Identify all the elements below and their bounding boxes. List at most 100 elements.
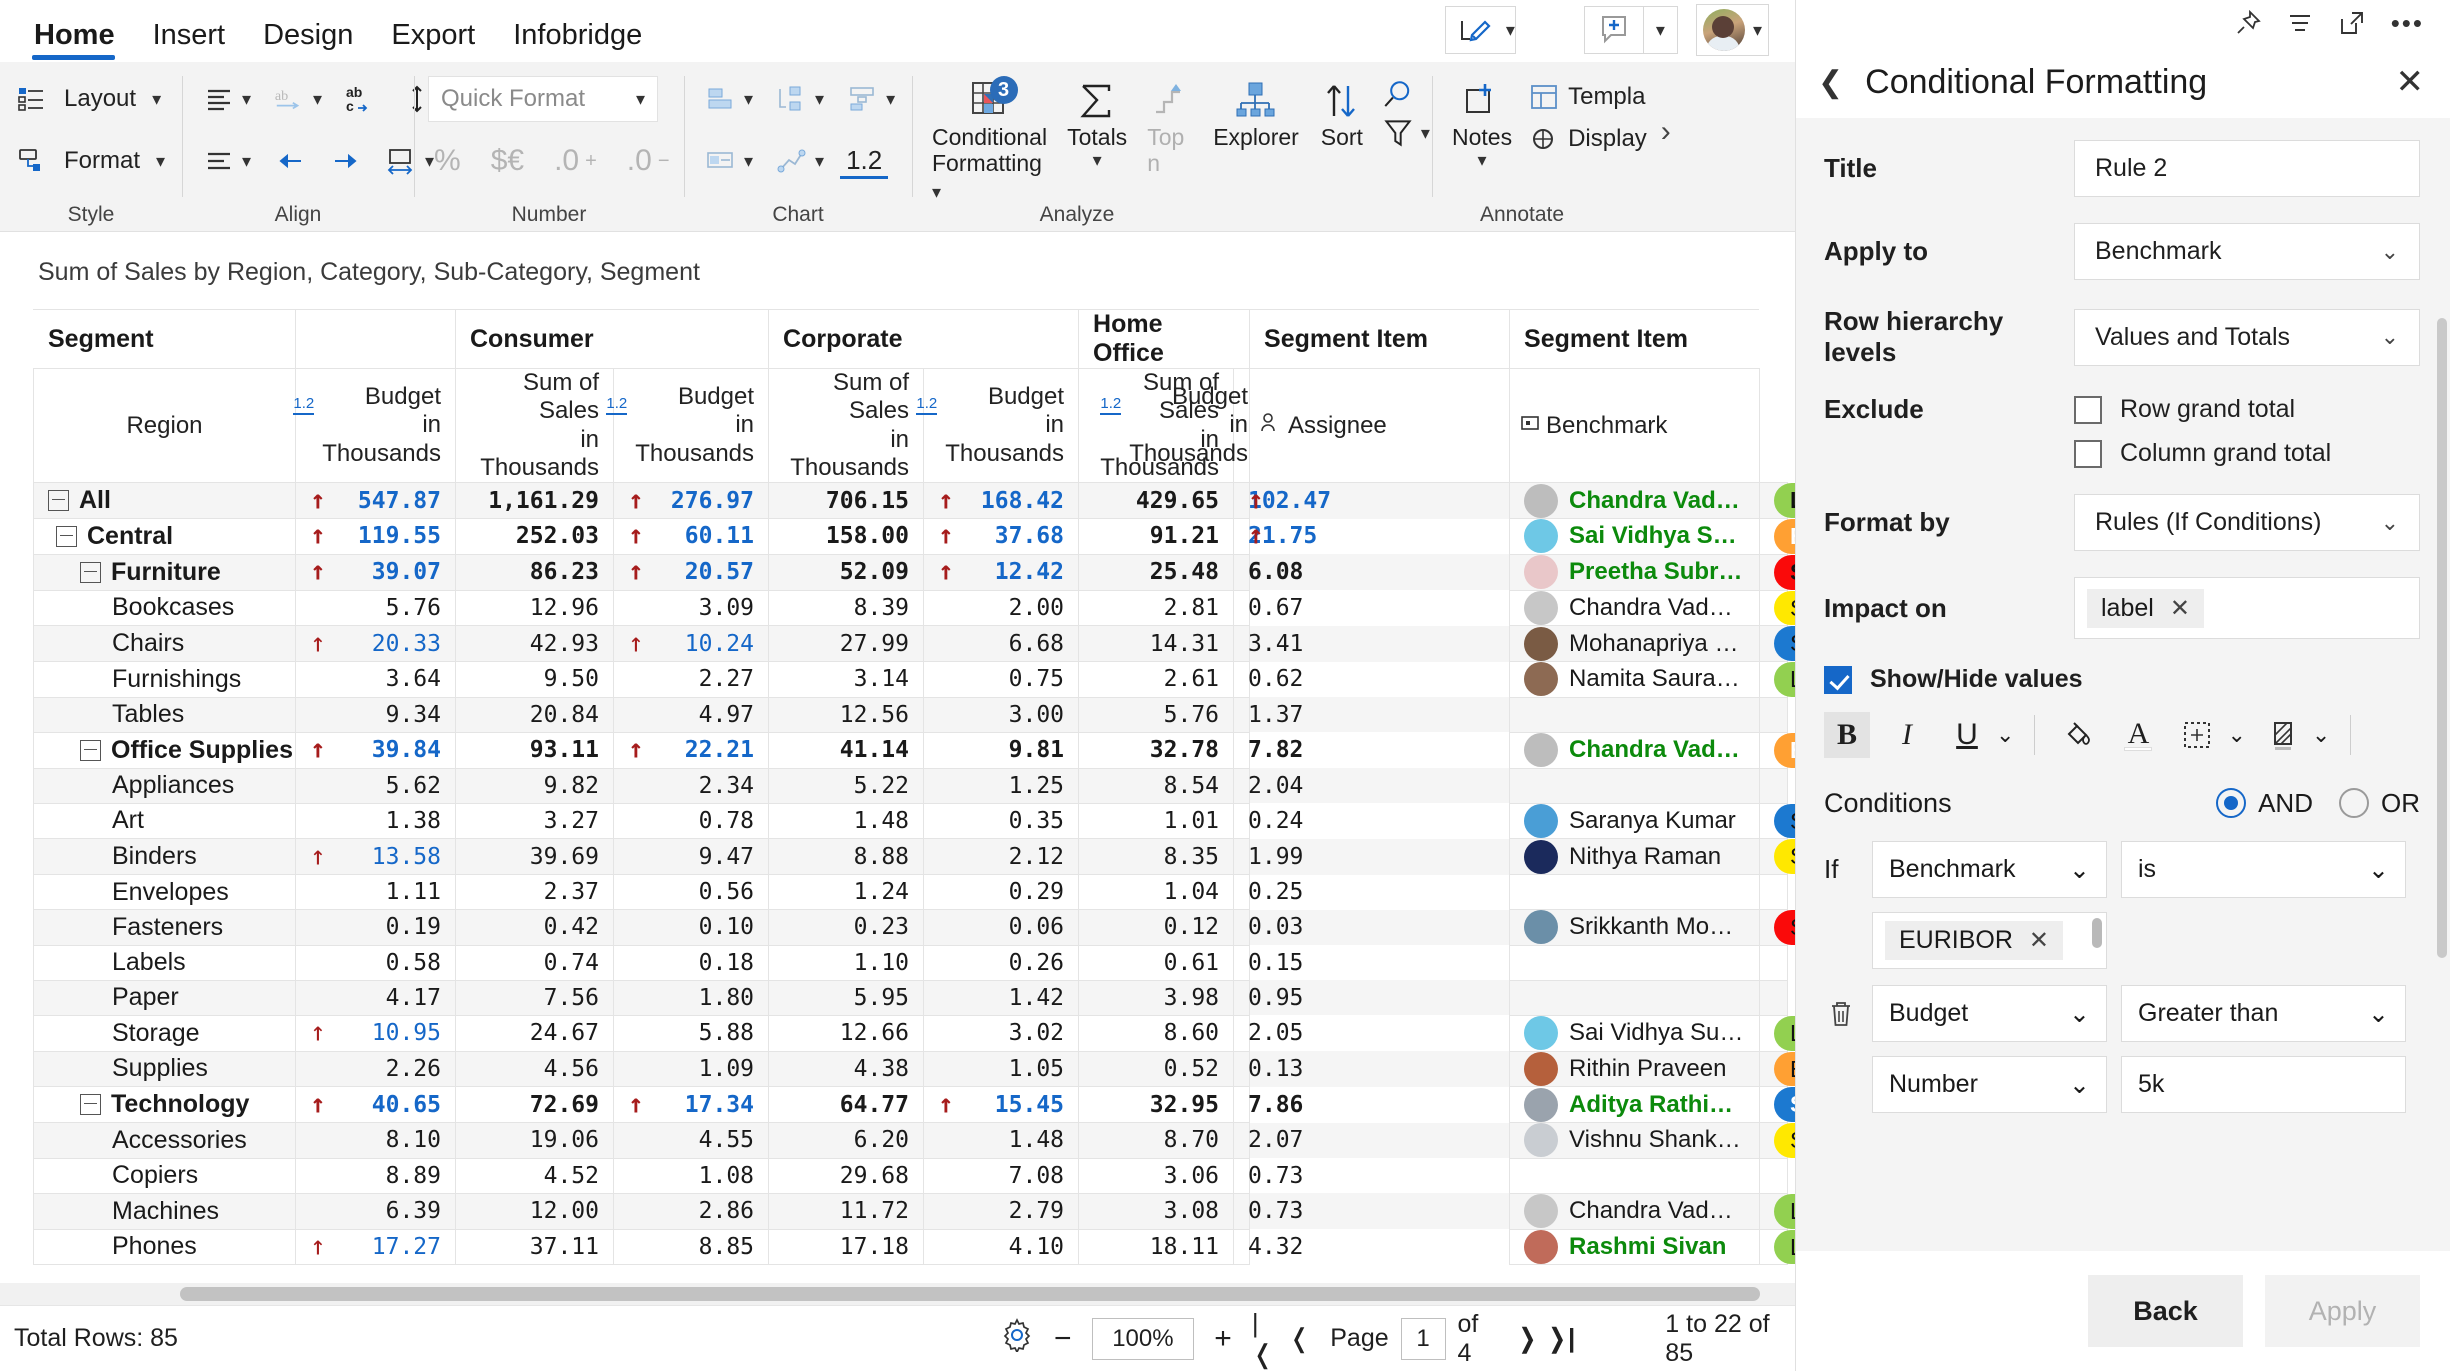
row-label-cell[interactable]: Furniture — [33, 553, 296, 591]
row-hierarchy-select[interactable]: Values and Totals ⌄ — [2074, 308, 2420, 366]
pin-icon[interactable] — [2235, 10, 2261, 36]
row-label-cell[interactable]: Technology — [33, 1086, 296, 1123]
table-row[interactable]: Supplies 2.26 4.56 1.09 4.38 1.05 0.52 0.13 Rith… — [33, 1050, 1795, 1088]
table-row[interactable]: Technology ↑ 40.65 72.69 ↑ 17.34 64.77 ↑ 15.45 32… — [33, 1086, 1795, 1123]
zoom-level-input[interactable]: 100% — [1091, 1317, 1195, 1360]
table-row[interactable]: Tables 9.34 20.84 4.97 12.56 3.00 5.76 1.37 — [33, 696, 1788, 733]
currency-format-button[interactable]: $€ — [485, 142, 530, 180]
table-row[interactable]: Central ↑ 119.55 252.03 ↑ 60.11 158.00 ↑ 37.68 91… — [33, 518, 1795, 555]
row-label-cell[interactable]: Central — [33, 518, 296, 555]
table-row[interactable]: Fasteners 0.19 0.42 0.10 0.23 0.06 0.12 0.03 Sri… — [33, 909, 1795, 946]
format-button[interactable]: Format ▾ — [10, 130, 172, 192]
table-row[interactable]: Storage ↑ 10.95 24.67 5.88 12.66 3.02 8.60 2.05 S… — [33, 1014, 1795, 1052]
collapse-icon[interactable] — [80, 561, 101, 583]
table-row[interactable]: Labels 0.58 0.74 0.18 1.10 0.26 0.61 0.15 — [33, 944, 1788, 981]
font-color-button[interactable]: A — [2115, 712, 2161, 758]
text-align-button[interactable]: ▾ — [196, 80, 257, 118]
conditional-formatting-button[interactable]: 3 Conditional Formatting ▾ — [922, 74, 1057, 203]
format-by-select[interactable]: Rules (If Conditions) ⌄ — [2074, 494, 2420, 551]
row-label-cell[interactable]: Office Supplies — [33, 731, 296, 769]
hierarchy-chart-button[interactable]: ▾ — [769, 80, 830, 118]
show-hide-values-checkbox[interactable]: Show/Hide values — [1824, 665, 2420, 694]
table-row[interactable]: Furniture ↑ 39.07 86.23 ↑ 20.57 52.09 ↑ 12.42 25.… — [33, 553, 1795, 591]
percent-format-button[interactable]: % — [428, 142, 467, 180]
condition-2-value-input[interactable]: 5k — [2121, 1056, 2406, 1113]
list-icon[interactable] — [2287, 10, 2313, 36]
number-display-button[interactable]: 1.2 — [840, 143, 889, 179]
impact-on-chip[interactable]: label ✕ — [2087, 588, 2204, 628]
text-direction-button[interactable]: ab ▾ — [267, 80, 328, 118]
exclude-column-grand-total-checkbox[interactable]: Column grand total — [2074, 439, 2331, 468]
chevron-down-icon[interactable]: ⌄ — [2227, 722, 2245, 748]
decrease-decimal-button[interactable]: .0− — [621, 142, 676, 180]
first-page-button[interactable]: |❬ — [1252, 1308, 1279, 1370]
apply-to-select[interactable]: Benchmark ⌄ — [2074, 223, 2420, 280]
table-row[interactable]: Furnishings 3.64 9.50 2.27 3.14 0.75 2.61 0.62 N… — [33, 661, 1795, 698]
table-row[interactable]: All ↑ 547.87 1,161.29 ↑ 276.97 706.15 ↑ 168.42 42… — [33, 482, 1795, 519]
table-row[interactable]: Machines 6.39 12.00 2.86 11.72 2.79 3.08 0.73 Ch… — [33, 1192, 1795, 1230]
edit-mode-button[interactable]: ▾ — [1444, 6, 1516, 54]
collapse-icon[interactable] — [80, 1094, 101, 1116]
topn-button[interactable]: Top n — [1137, 74, 1203, 177]
template-button[interactable]: Templa — [1522, 78, 1653, 116]
increase-decimal-button[interactable]: .0 + — [548, 142, 603, 180]
and-radio[interactable]: AND — [2216, 788, 2339, 819]
condition-1-value-chipbox[interactable]: EURIBOR ✕ — [1872, 912, 2107, 969]
layout-button[interactable]: Layout ▾ — [10, 68, 172, 130]
collapse-icon[interactable] — [48, 490, 69, 512]
sparkline-button[interactable]: ▾ — [769, 142, 830, 180]
indent-decrease-button[interactable] — [267, 142, 313, 180]
page-number-input[interactable]: 1 — [1400, 1317, 1446, 1360]
chipbox-scrollbar[interactable] — [2092, 918, 2102, 948]
or-radio[interactable]: OR — [2339, 788, 2420, 819]
panel-scrollbar-thumb[interactable] — [2437, 318, 2447, 958]
bar-chart-button[interactable]: ▾ — [698, 80, 759, 118]
horizontal-scrollbar[interactable] — [0, 1283, 1795, 1305]
exclude-row-grand-total-checkbox[interactable]: Row grand total — [2074, 395, 2295, 424]
tab-infobridge[interactable]: Infobridge — [501, 19, 668, 62]
condition-1-field-select[interactable]: Benchmark ⌄ — [1872, 841, 2107, 898]
table-row[interactable]: Appliances 5.62 9.82 2.34 5.22 1.25 8.54 2.04 — [33, 767, 1788, 804]
condition-2-type-select[interactable]: Number ⌄ — [1872, 1056, 2107, 1113]
table-row[interactable]: Chairs ↑ 20.33 42.93 ↑ 10.24 27.99 6.68 14.31 3.4… — [33, 625, 1795, 662]
scrollbar-thumb[interactable] — [180, 1287, 1760, 1301]
wrap-text-button[interactable]: ab c — [338, 80, 384, 118]
tab-export[interactable]: Export — [379, 19, 501, 62]
layout-chart-button[interactable]: ▾ — [698, 142, 759, 180]
table-row[interactable]: Office Supplies ↑ 39.84 93.11 ↑ 22.21 41.14 9.8… — [33, 731, 1795, 769]
fill-color-button[interactable] — [2055, 712, 2101, 758]
title-input[interactable]: Rule 2 — [2074, 140, 2420, 197]
zoom-out-button[interactable]: − — [1054, 1322, 1072, 1356]
table-row[interactable]: Binders ↑ 13.58 39.69 9.47 8.88 2.12 8.35 1.99 Ni… — [33, 838, 1795, 875]
delete-condition-icon[interactable] — [1824, 1000, 1858, 1028]
add-comment-button[interactable]: ▾ — [1583, 6, 1678, 54]
chevron-down-icon[interactable]: ⌄ — [1996, 722, 2014, 748]
table-chart-button[interactable]: ▾ — [840, 80, 901, 118]
tab-design[interactable]: Design — [251, 19, 379, 62]
collapse-icon[interactable] — [56, 525, 77, 547]
notes-button[interactable]: Notes ▾ — [1442, 74, 1522, 171]
remove-chip-icon[interactable]: ✕ — [2029, 926, 2049, 955]
quick-format-dropdown[interactable]: Quick Format ▾ — [428, 76, 658, 122]
last-page-button[interactable]: ❭| — [1546, 1323, 1575, 1354]
popout-icon[interactable] — [2339, 10, 2365, 36]
close-icon[interactable]: ✕ — [2396, 62, 2425, 102]
panel-back-icon[interactable]: ❮ — [1818, 65, 1843, 100]
condition-1-operator-select[interactable]: is ⌄ — [2121, 841, 2406, 898]
table-row[interactable]: Phones ↑ 17.27 37.11 8.85 17.18 4.10 18.11 4.32 R… — [33, 1228, 1795, 1266]
condition-1-chip[interactable]: EURIBOR ✕ — [1885, 921, 2064, 960]
explorer-button[interactable]: Explorer — [1203, 74, 1309, 150]
tab-insert[interactable]: Insert — [141, 19, 252, 62]
pattern-fill-button[interactable] — [2260, 712, 2306, 758]
next-page-button[interactable]: ❭ — [1516, 1323, 1538, 1354]
panel-scrollbar[interactable] — [2437, 238, 2447, 1238]
table-row[interactable]: Bookcases 5.76 12.96 3.09 8.39 2.00 2.81 0.67 Ch… — [33, 589, 1795, 627]
settings-gear-icon[interactable] — [1000, 1318, 1034, 1359]
table-row[interactable]: Copiers 8.89 4.52 1.08 29.68 7.08 3.06 0.73 — [33, 1157, 1788, 1194]
more-options-icon[interactable]: ••• — [2391, 8, 2424, 39]
user-account-button[interactable]: ▾ — [1695, 4, 1769, 56]
chevron-down-icon[interactable]: ⌄ — [2312, 722, 2330, 748]
table-row[interactable]: Art 1.38 3.27 0.78 1.48 0.35 1.01 0.24 Saranya K… — [33, 802, 1795, 840]
table-row[interactable]: Envelopes 1.11 2.37 0.56 1.24 0.29 1.04 0.25 — [33, 874, 1788, 910]
table-row[interactable]: Paper 4.17 7.56 1.80 5.95 1.42 3.98 0.95 — [33, 979, 1788, 1016]
